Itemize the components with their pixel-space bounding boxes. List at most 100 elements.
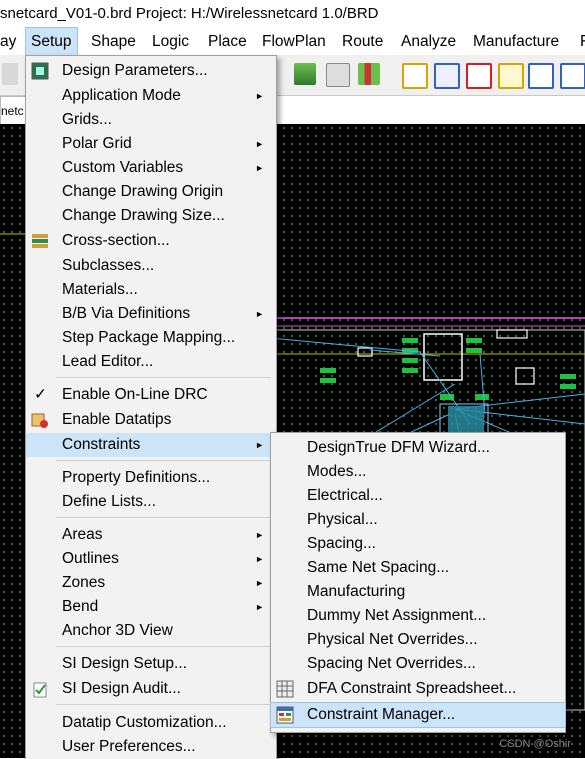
menu-item-label: Lead Editor... bbox=[62, 353, 154, 370]
menu-item-label: Physical Net Overrides... bbox=[307, 631, 478, 648]
menu-flowplan[interactable]: FlowPlan bbox=[262, 28, 326, 55]
menu-item-label: DesignTrue DFM Wizard... bbox=[307, 439, 490, 456]
menu-item-property-definitions[interactable]: Property Definitions... bbox=[26, 466, 276, 490]
menu-item-electrical[interactable]: Electrical... bbox=[271, 484, 565, 508]
menu-item-label: Datatip Customization... bbox=[62, 714, 227, 731]
constraints-submenu: DesignTrue DFM Wizard... Modes... Electr… bbox=[270, 432, 566, 733]
menu-item-user-preferences[interactable]: User Preferences... bbox=[26, 735, 276, 759]
submenu-arrow-icon: ► bbox=[255, 440, 264, 450]
menu-item-label: Spacing... bbox=[307, 535, 376, 552]
menu-item-label: Property Definitions... bbox=[62, 469, 211, 486]
menu-item-enable-online-drc[interactable]: ✓ Enable On-Line DRC bbox=[26, 383, 276, 407]
dfa-spreadsheet-icon bbox=[276, 680, 294, 698]
menu-item-bb-via-definitions[interactable]: B/B Via Definitions ► bbox=[26, 302, 276, 326]
menu-item-designtrue-dfm-wizard[interactable]: DesignTrue DFM Wizard... bbox=[271, 436, 565, 460]
menu-separator bbox=[56, 460, 271, 461]
flow-icon[interactable] bbox=[560, 63, 585, 89]
bundle-icon[interactable] bbox=[528, 63, 554, 89]
menu-item-materials[interactable]: Materials... bbox=[26, 278, 276, 302]
setup-menu: Design Parameters... Application Mode ► … bbox=[25, 55, 277, 759]
fanout-icon[interactable] bbox=[498, 63, 524, 89]
menu-item-enable-datatips[interactable]: Enable Datatips bbox=[26, 408, 276, 432]
menu-item-bend[interactable]: Bend ► bbox=[26, 595, 276, 619]
menu-item-grids[interactable]: Grids... bbox=[26, 108, 276, 132]
menu-item-label: Zones bbox=[62, 574, 106, 591]
menu-item-label: Same Net Spacing... bbox=[307, 559, 450, 576]
menu-item-same-net-spacing[interactable]: Same Net Spacing... bbox=[271, 556, 565, 580]
menu-item-label: Constraint Manager... bbox=[307, 706, 456, 723]
menu-item-dummy-net-assignment[interactable]: Dummy Net Assignment... bbox=[271, 604, 565, 628]
submenu-arrow-icon: ► bbox=[255, 602, 264, 612]
menu-item-label: Define Lists... bbox=[62, 493, 156, 510]
menu-item-lead-editor[interactable]: Lead Editor... bbox=[26, 350, 276, 374]
menu-item-subclasses[interactable]: Subclasses... bbox=[26, 254, 276, 278]
menu-item-label: Application Mode bbox=[62, 87, 181, 104]
component-icon[interactable] bbox=[294, 63, 316, 85]
window-title-bar: snetcard_V01-0.brd Project: H:/Wirelessn… bbox=[0, 0, 585, 28]
menu-setup[interactable]: Setup bbox=[25, 27, 78, 56]
menu-item-areas[interactable]: Areas ► bbox=[26, 523, 276, 547]
menu-item-dfa-constraint-spreadsheet[interactable]: DFA Constraint Spreadsheet... bbox=[271, 677, 565, 701]
menu-item-label: User Preferences... bbox=[62, 738, 196, 755]
menu-item-change-drawing-size[interactable]: Change Drawing Size... bbox=[26, 204, 276, 228]
menu-item-datatip-customization[interactable]: Datatip Customization... bbox=[26, 711, 276, 735]
route-connect-icon[interactable] bbox=[402, 63, 428, 89]
menu-route[interactable]: Route bbox=[342, 28, 383, 55]
menu-item-constraints[interactable]: Constraints ► bbox=[26, 433, 276, 457]
toolbar-icon-left[interactable] bbox=[2, 63, 18, 85]
menu-item-manufacturing[interactable]: Manufacturing bbox=[271, 580, 565, 604]
menu-item-zones[interactable]: Zones ► bbox=[26, 571, 276, 595]
menu-item-label: Grids... bbox=[62, 111, 112, 128]
menu-item-application-mode[interactable]: Application Mode ► bbox=[26, 84, 276, 108]
menu-item-label: Anchor 3D View bbox=[62, 622, 173, 639]
chip-icon[interactable] bbox=[326, 63, 350, 87]
menu-item-modes[interactable]: Modes... bbox=[271, 460, 565, 484]
menu-file-overflow[interactable]: F bbox=[580, 28, 585, 55]
menu-shape[interactable]: Shape bbox=[91, 28, 136, 55]
menu-item-physical[interactable]: Physical... bbox=[271, 508, 565, 532]
menu-item-outlines[interactable]: Outlines ► bbox=[26, 547, 276, 571]
menu-item-polar-grid[interactable]: Polar Grid ► bbox=[26, 132, 276, 156]
menu-item-step-package-mapping[interactable]: Step Package Mapping... bbox=[26, 326, 276, 350]
menu-item-design-parameters[interactable]: Design Parameters... bbox=[26, 59, 276, 83]
menu-item-label: Bend bbox=[62, 598, 99, 615]
menu-display[interactable]: ay bbox=[0, 28, 16, 55]
menu-item-custom-variables[interactable]: Custom Variables ► bbox=[26, 156, 276, 180]
menu-item-label: SI Design Audit... bbox=[62, 680, 181, 697]
package-icon[interactable] bbox=[358, 63, 380, 85]
menu-item-spacing-net-overrides[interactable]: Spacing Net Overrides... bbox=[271, 652, 565, 676]
menu-analyze[interactable]: Analyze bbox=[401, 28, 456, 55]
slide-icon[interactable] bbox=[434, 63, 460, 89]
menu-item-si-design-setup[interactable]: SI Design Setup... bbox=[26, 652, 276, 676]
menu-item-label: Electrical... bbox=[307, 487, 383, 504]
menu-item-si-design-audit[interactable]: SI Design Audit... bbox=[26, 677, 276, 701]
menu-item-label: DFA Constraint Spreadsheet... bbox=[307, 680, 517, 697]
menu-logic[interactable]: Logic bbox=[152, 28, 189, 55]
menu-manufacture[interactable]: Manufacture bbox=[473, 28, 559, 55]
menu-item-cross-section[interactable]: Cross-section... bbox=[26, 229, 276, 253]
menu-bar: ay Setup Shape Logic Place FlowPlan Rout… bbox=[0, 27, 585, 56]
watermark: CSDN @Oshir bbox=[499, 738, 571, 750]
menu-item-label: Custom Variables bbox=[62, 159, 184, 176]
menu-item-anchor-3d-view[interactable]: Anchor 3D View bbox=[26, 619, 276, 643]
document-tab-label: netc bbox=[1, 104, 24, 118]
menu-item-spacing[interactable]: Spacing... bbox=[271, 532, 565, 556]
menu-item-label: Materials... bbox=[62, 281, 138, 298]
submenu-arrow-icon: ► bbox=[255, 139, 264, 149]
menu-item-constraint-manager[interactable]: Constraint Manager... bbox=[270, 702, 566, 728]
submenu-arrow-icon: ► bbox=[255, 309, 264, 319]
menu-item-label: Subclasses... bbox=[62, 257, 155, 274]
menu-item-label: Polar Grid bbox=[62, 135, 132, 152]
menu-item-define-lists[interactable]: Define Lists... bbox=[26, 490, 276, 514]
menu-place[interactable]: Place bbox=[208, 28, 247, 55]
menu-item-label: SI Design Setup... bbox=[62, 655, 187, 672]
menu-separator bbox=[56, 704, 271, 705]
menu-item-label: Change Drawing Size... bbox=[62, 207, 225, 224]
menu-item-physical-net-overrides[interactable]: Physical Net Overrides... bbox=[271, 628, 565, 652]
menu-item-label: Design Parameters... bbox=[62, 62, 208, 79]
menu-item-label: Cross-section... bbox=[62, 232, 170, 249]
menu-item-label: Physical... bbox=[307, 511, 378, 528]
menu-item-change-drawing-origin[interactable]: Change Drawing Origin bbox=[26, 180, 276, 204]
delay-tune-icon[interactable] bbox=[466, 63, 492, 89]
menu-separator bbox=[56, 377, 271, 378]
